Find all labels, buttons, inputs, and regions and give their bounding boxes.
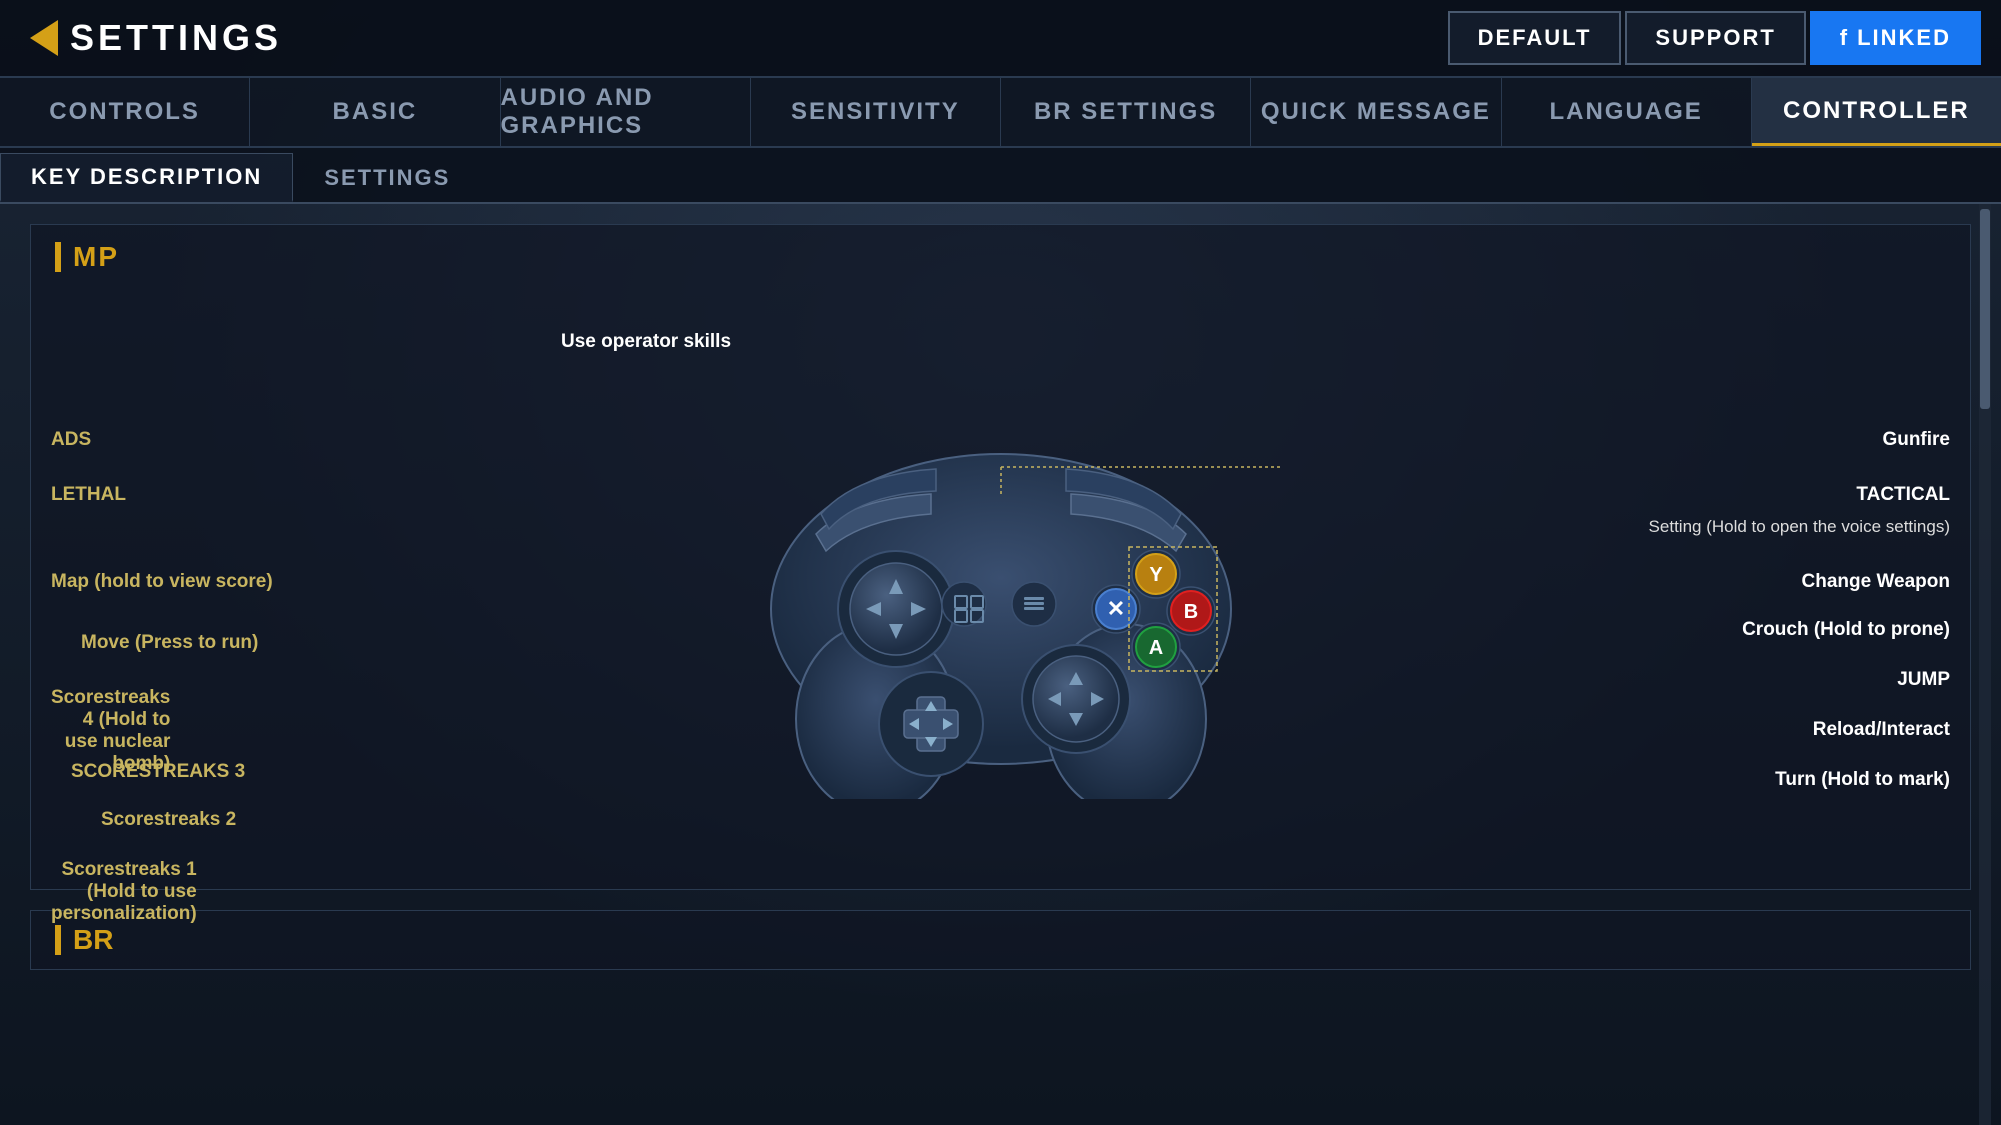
br-section: BR [30,910,1971,970]
svg-text:Y: Y [1149,564,1163,586]
tab-controller[interactable]: CONTROLLER [1752,78,2001,146]
subtab-key-description[interactable]: KEY DESCRIPTION [0,153,293,202]
svg-text:✕: ✕ [1106,596,1124,621]
tab-controls[interactable]: CONTROLS [0,78,250,146]
controller-diagram: ✕ Y B A [31,289,1970,889]
tab-basic[interactable]: BASIC [250,78,500,146]
label-ads: ADS [51,429,91,451]
mp-section-title: MP [31,225,1970,289]
linked-label: LINKED [1857,25,1951,51]
header: SETTINGS DEFAULT SUPPORT f LINKED [0,0,2001,78]
mp-section: MP [30,224,1971,890]
header-buttons: DEFAULT SUPPORT f LINKED [1448,11,2001,65]
tab-audio-graphics[interactable]: AUDIO AND GRAPHICS [501,78,751,146]
svg-text:B: B [1183,601,1197,623]
scrollbar[interactable] [1979,204,1991,1125]
tab-language[interactable]: LANGUAGE [1502,78,1752,146]
facebook-icon: f [1840,25,1849,51]
label-change-weapon: Change Weapon [1802,571,1951,593]
controller-svg: ✕ Y B A [721,379,1281,799]
br-section-title: BR [55,924,113,956]
tab-br-settings[interactable]: BR SETTINGS [1001,78,1251,146]
label-gunfire: Gunfire [1882,429,1950,451]
nav-tabs: CONTROLS BASIC AUDIO AND GRAPHICS SENSIT… [0,78,2001,148]
label-map: Map (hold to view score) [51,571,273,593]
label-scorestreaks3: SCORESTREAKS 3 [71,761,245,783]
label-tactical: TACTICAL [1856,484,1950,506]
default-button[interactable]: DEFAULT [1448,11,1622,65]
label-move: Move (Press to run) [81,632,258,654]
label-scorestreaks2: Scorestreaks 2 [101,809,236,831]
main-content: MP [0,204,2001,1125]
back-arrow-icon [30,20,58,56]
subtab-settings[interactable]: SETTINGS [293,154,481,202]
label-turn: Turn (Hold to mark) [1775,769,1950,791]
back-button[interactable]: SETTINGS [0,17,312,59]
label-jump: JUMP [1897,669,1950,691]
label-scorestreaks1: Scorestreaks 1 (Hold to use personalizat… [51,859,197,925]
label-crouch: Crouch (Hold to prone) [1742,619,1950,641]
label-lethal: LETHAL [51,484,126,506]
tab-quick-message[interactable]: QUICK MESSAGE [1251,78,1501,146]
linked-button[interactable]: f LINKED [1810,11,1981,65]
support-button[interactable]: SUPPORT [1625,11,1805,65]
svg-text:A: A [1148,637,1162,659]
scrollbar-thumb[interactable] [1980,209,1990,409]
sub-tabs: KEY DESCRIPTION SETTINGS [0,148,2001,204]
tab-sensitivity[interactable]: SENSITIVITY [751,78,1001,146]
label-setting: Setting (Hold to open the voice settings… [1649,517,1950,537]
label-use-operator-skills: Use operator skills [561,331,731,353]
label-reload: Reload/Interact [1813,719,1950,741]
settings-title: SETTINGS [70,17,282,59]
